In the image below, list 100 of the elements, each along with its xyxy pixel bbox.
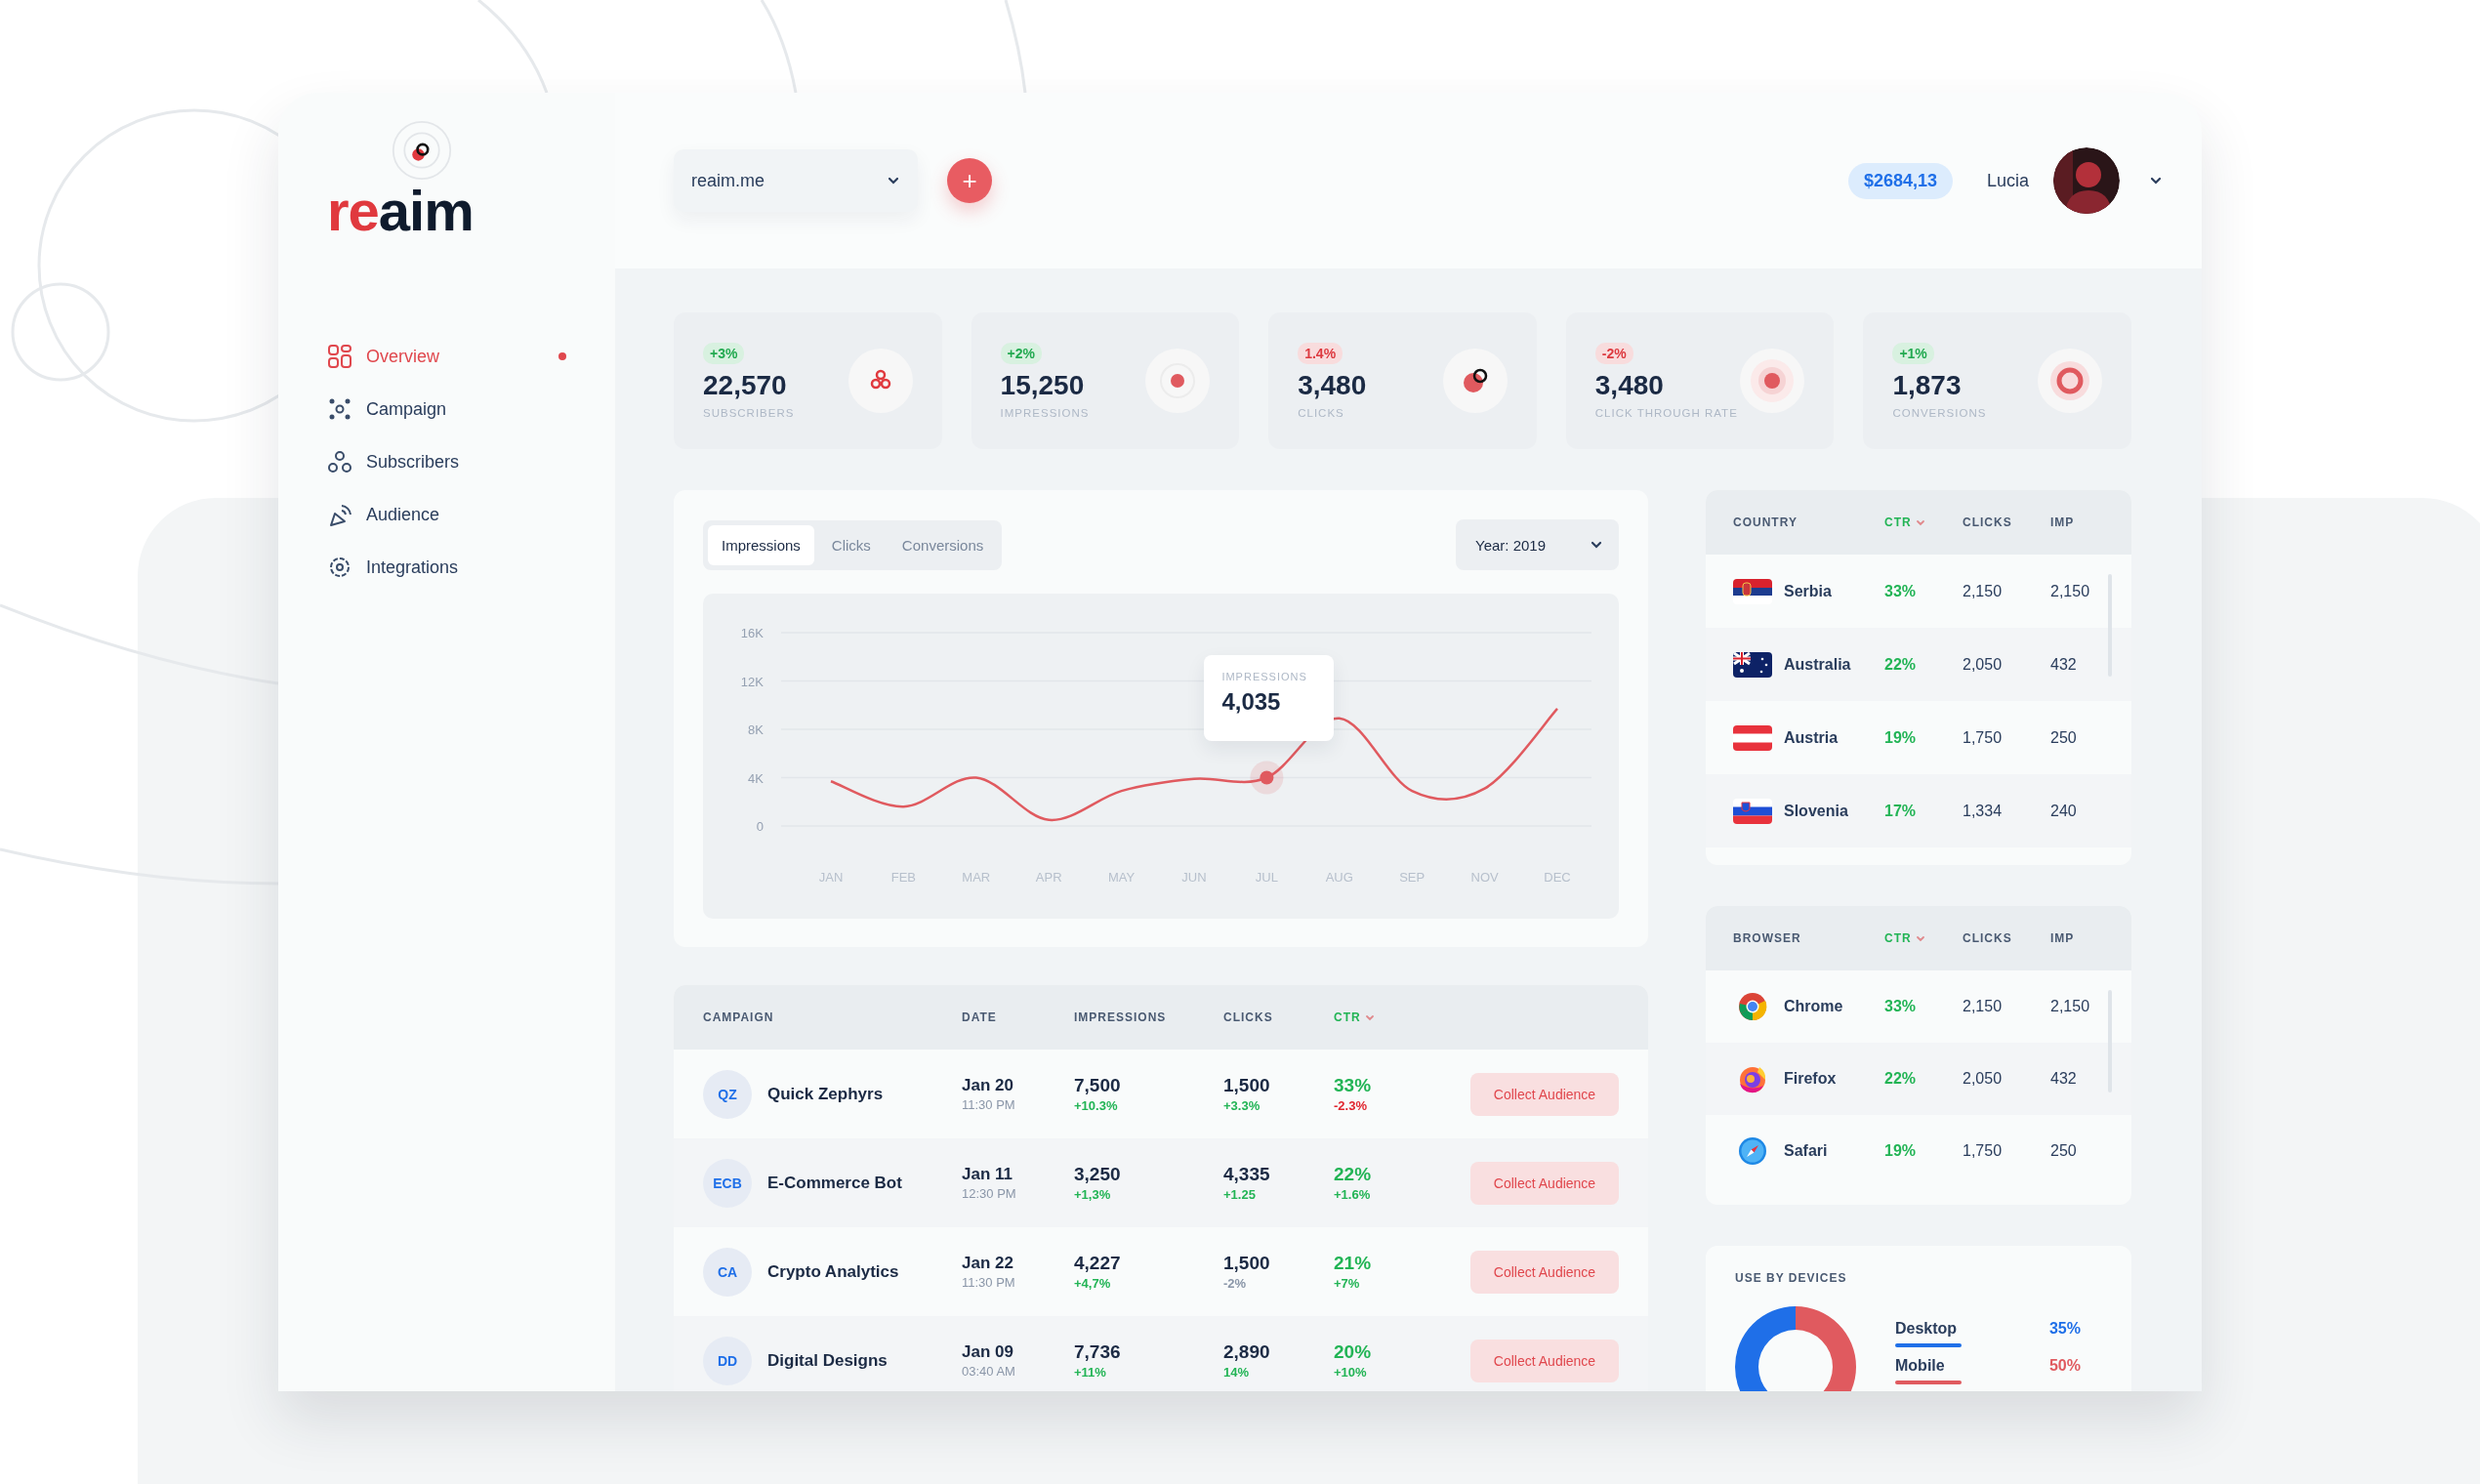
table-cell: Chrome — [1784, 998, 1843, 1015]
people-icon — [847, 349, 913, 413]
column-header[interactable]: CTR — [1334, 1010, 1361, 1024]
column-header: DATE — [962, 1010, 997, 1024]
year-dropdown[interactable]: Year: 2019 — [1456, 519, 1619, 570]
tab[interactable]: Conversions — [888, 524, 998, 565]
table-cell-text: 22% — [1884, 655, 1918, 674]
initials-avatar: QZ — [703, 1069, 752, 1119]
collect-audience-button[interactable]: Collect Audience — [1470, 1072, 1619, 1116]
initials-avatar: DD — [703, 1336, 752, 1385]
sidebar-item[interactable]: Campaign — [327, 392, 566, 426]
table-cell: 21% — [1334, 1253, 1372, 1274]
campaign-name: Digital Designs — [767, 1350, 888, 1371]
caret-icon — [887, 176, 900, 186]
table-cell-text: 2,150 — [2050, 998, 2091, 1015]
flag-icon — [1733, 651, 1772, 678]
table-cell: Serbia — [1784, 582, 1832, 600]
table-cell-text: 1,334 — [1963, 802, 2004, 820]
logo: reaim — [327, 183, 474, 239]
time: 12:30 PM — [962, 1186, 1016, 1201]
table-cell-text: 2,150 — [1963, 998, 2004, 1015]
site-dropdown[interactable]: reaim.me — [674, 149, 918, 212]
table-cell-text: 432 — [2050, 655, 2078, 674]
stat-value: 3,480 — [1298, 370, 1367, 401]
date: Jan 11 — [962, 1165, 1013, 1184]
table-cell: 1,500 — [1223, 1075, 1270, 1096]
change-value: +7% — [1334, 1276, 1360, 1291]
column-header: CLICKS — [1963, 515, 2012, 529]
collect-audience-button[interactable]: Collect Audience — [1470, 1339, 1619, 1382]
table-cell-text: 19% — [1884, 1142, 1918, 1160]
user-name[interactable]: Lucia — [1986, 170, 2029, 191]
axis-label: 12K — [740, 674, 764, 689]
column-header: IMPRESSIONS — [1074, 1010, 1167, 1024]
table-cell-text: 2,150 — [1963, 582, 2004, 600]
date: Jan 09 — [962, 1342, 1013, 1362]
change-value: +11% — [1074, 1365, 1106, 1380]
table-cell-text: 1,750 — [1963, 728, 2004, 747]
table-cell: 2,890 — [1223, 1341, 1270, 1363]
axis-label: 16K — [740, 626, 764, 640]
column-header: IMP — [2050, 931, 2075, 945]
tab[interactable]: Impressions — [708, 524, 814, 565]
change-badge: -2% — [1594, 343, 1633, 364]
table-cell: 4,227 — [1074, 1253, 1121, 1274]
legend-value: 35% — [2048, 1320, 2081, 1338]
column-header[interactable]: CTR — [1884, 515, 1912, 529]
collect-audience-button[interactable]: Collect Audience — [1470, 1161, 1619, 1205]
sidebar-item[interactable]: Integrations — [327, 551, 566, 584]
table-cell-text: 17% — [1884, 802, 1918, 820]
tooltip-label: IMPRESSIONS — [1221, 670, 1308, 682]
stat-value: 1,873 — [1892, 370, 1962, 401]
stat-label: IMPRESSIONS — [1000, 407, 1090, 419]
flag-icon — [1733, 724, 1772, 751]
sidebar-item[interactable]: Subscribers — [327, 445, 566, 478]
date: Jan 22 — [962, 1254, 1013, 1273]
table-cell-text: 22% — [1884, 1070, 1918, 1088]
table-cell: 3,250 — [1074, 1164, 1121, 1185]
stat-label: CLICKS — [1298, 407, 1344, 419]
column-header[interactable]: CTR — [1884, 931, 1912, 945]
tooltip-value: 4,035 — [1221, 687, 1282, 716]
sidebar-item[interactable]: Audience — [327, 498, 566, 531]
grid-icon — [327, 344, 352, 369]
table-cell-text: 33% — [1884, 998, 1918, 1015]
change-value: +1,3% — [1074, 1187, 1111, 1202]
sort-icon — [1915, 934, 1925, 942]
people-icon — [327, 449, 352, 474]
change-badge: +1% — [1892, 343, 1934, 364]
table-cell-text: 250 — [2050, 728, 2078, 747]
add-button[interactable]: + — [947, 158, 992, 203]
campaign-name: Crypto Analytics — [767, 1261, 899, 1282]
stat-label: CLICK THROUGH RATE — [1594, 407, 1738, 419]
collect-audience-button[interactable]: Collect Audience — [1470, 1250, 1619, 1294]
legend-bar — [1895, 1343, 1962, 1347]
table-cell: Firefox — [1784, 1070, 1837, 1088]
card-title: USE BY DEVICES — [1735, 1271, 1848, 1285]
legend-label: Desktop — [1895, 1320, 1959, 1338]
initials-avatar: CA — [703, 1247, 752, 1297]
change-badge: +3% — [703, 343, 745, 364]
data-point — [1250, 761, 1284, 795]
stat-value: 3,480 — [1594, 370, 1664, 401]
change-value: +1.6% — [1334, 1187, 1371, 1202]
dot-icon — [1442, 349, 1508, 413]
active-dot — [558, 352, 566, 360]
column-header: BROWSER — [1733, 931, 1801, 945]
time: 03:40 AM — [962, 1364, 1015, 1379]
ring-icon — [2038, 349, 2102, 413]
balance-badge: $2684,13 — [1847, 162, 1953, 199]
sidebar-item[interactable]: Overview — [327, 340, 566, 373]
change-value: +10.3% — [1074, 1098, 1118, 1113]
axis-label: 8K — [748, 722, 764, 737]
table-cell: 4,335 — [1223, 1164, 1270, 1185]
table-cell-text: 250 — [2050, 1142, 2078, 1160]
campaign-name: E-Commerce Bot — [767, 1173, 902, 1193]
time: 11:30 PM — [962, 1097, 1015, 1112]
sort-icon — [1915, 518, 1925, 526]
column-header: CLICKS — [1223, 1010, 1273, 1024]
satellite-dish-icon — [327, 502, 352, 527]
table-cell: 33% — [1334, 1075, 1372, 1096]
caret-icon — [2149, 176, 2163, 186]
flag-icon — [1733, 578, 1772, 604]
tab[interactable]: Clicks — [817, 524, 885, 565]
